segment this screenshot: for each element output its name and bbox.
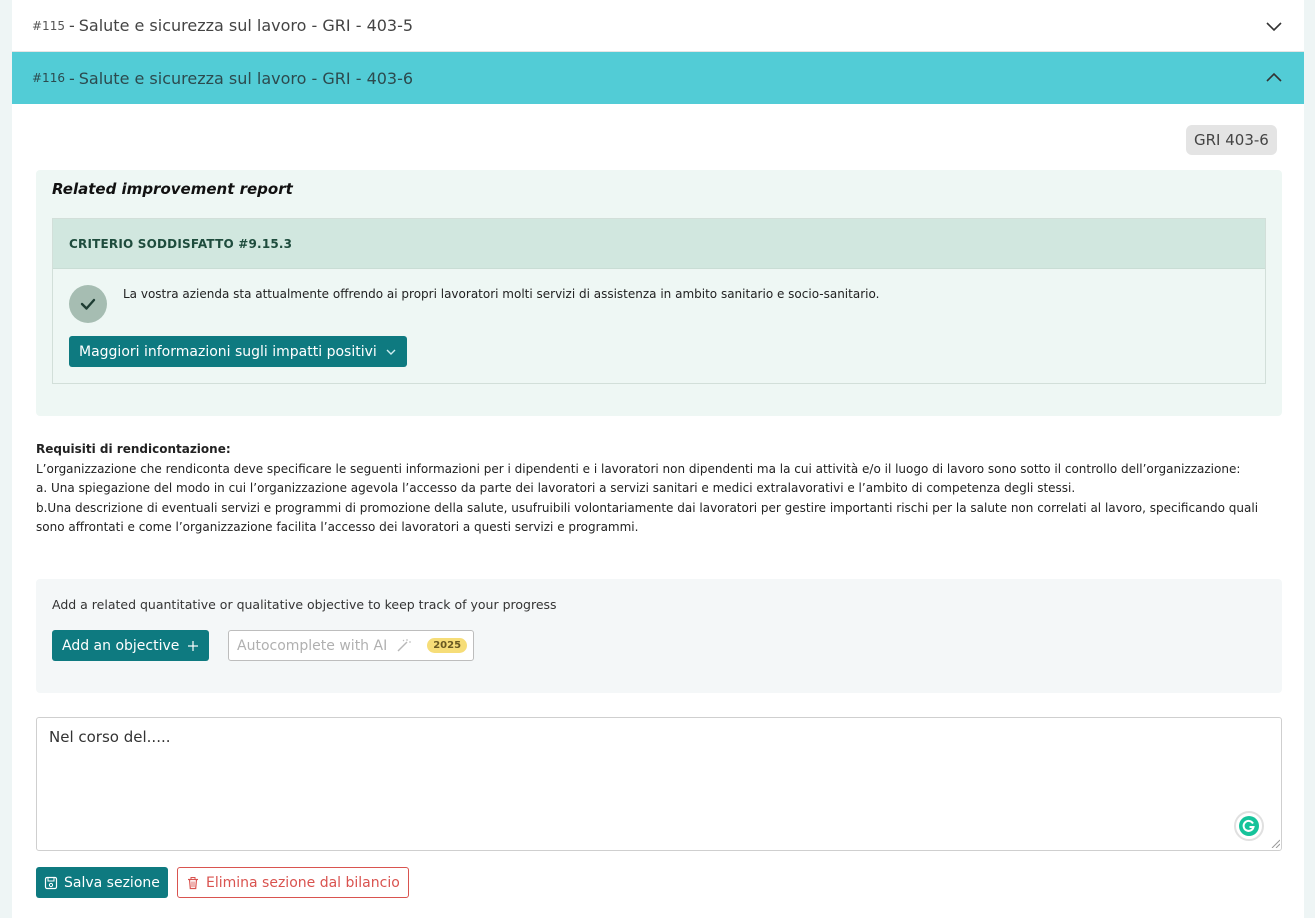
section-number: #115 [32,18,65,33]
criterio-title: CRITERIO SODDISFATTO #9.15.3 [53,219,1265,269]
improvement-title: Related improvement report [52,180,293,198]
more-info-button[interactable]: Maggiori informazioni sugli impatti posi… [69,336,407,367]
autocomplete-ai-button[interactable]: Autocomplete with AI 2025 [228,630,474,661]
add-objective-label: Add an objective [62,637,180,654]
grammarly-icon[interactable] [1234,811,1264,841]
objective-box: Add a related quantitative or qualitativ… [36,579,1282,693]
autocomplete-ai-label: Autocomplete with AI [237,637,388,654]
section-number: #116 [32,71,65,85]
criterio-card: CRITERIO SODDISFATTO #9.15.3 La vostra a… [52,218,1266,384]
year-badge: 2025 [427,638,468,653]
section-title: Salute e sicurezza sul lavoro - GRI - 40… [78,16,414,35]
requisiti-line: a. Una spiegazione del modo in cui l’org… [36,481,1076,495]
save-section-label: Salva sezione [64,874,160,891]
check-icon [69,285,107,323]
more-info-label: Maggiori informazioni sugli impatti posi… [79,343,377,360]
criterio-text: La vostra azienda sta attualmente offren… [123,287,880,301]
section-separator: - [68,16,75,35]
save-icon [44,876,58,889]
add-objective-button[interactable]: Add an objective [52,630,210,661]
gri-badge: GRI 403-6 [1186,125,1277,155]
improvement-report: Related improvement report CRITERIO SODD… [36,170,1282,416]
trash-icon [188,876,198,889]
section-title: Salute e sicurezza sul lavoro - GRI - 40… [78,68,414,88]
accordion-header-116[interactable]: #116 - Salute e sicurezza sul lavoro - G… [12,52,1304,104]
requisiti-line: b.Una descrizione di eventuali servizi e… [36,500,1259,535]
accordion-header-115[interactable]: #115 - Salute e sicurezza sul lavoro - G… [12,0,1304,52]
requisiti-text: Requisiti di rendicontazione: L’organizz… [36,440,1276,538]
requisiti-line: L’organizzazione che rendiconta deve spe… [36,461,1241,476]
save-section-button[interactable]: Salva sezione [36,867,168,898]
magic-wand-icon [397,638,412,651]
resize-handle-icon[interactable] [1270,838,1280,848]
chevron-up-icon[interactable] [1264,68,1284,88]
chevron-down-icon [386,349,396,355]
requisiti-title: Requisiti di rendicontazione: [36,442,231,456]
delete-section-button[interactable]: Elimina sezione dal bilancio [177,867,409,898]
objective-hint: Add a related quantitative or qualitativ… [52,597,557,612]
section-separator: - [68,68,75,88]
section-panel: #115 - Salute e sicurezza sul lavoro - G… [12,0,1304,918]
delete-section-label: Elimina sezione dal bilancio [206,874,400,891]
section-text-editor[interactable]: Nel corso del..... [36,717,1282,851]
chevron-down-icon[interactable] [1264,16,1284,36]
plus-icon [188,640,199,651]
